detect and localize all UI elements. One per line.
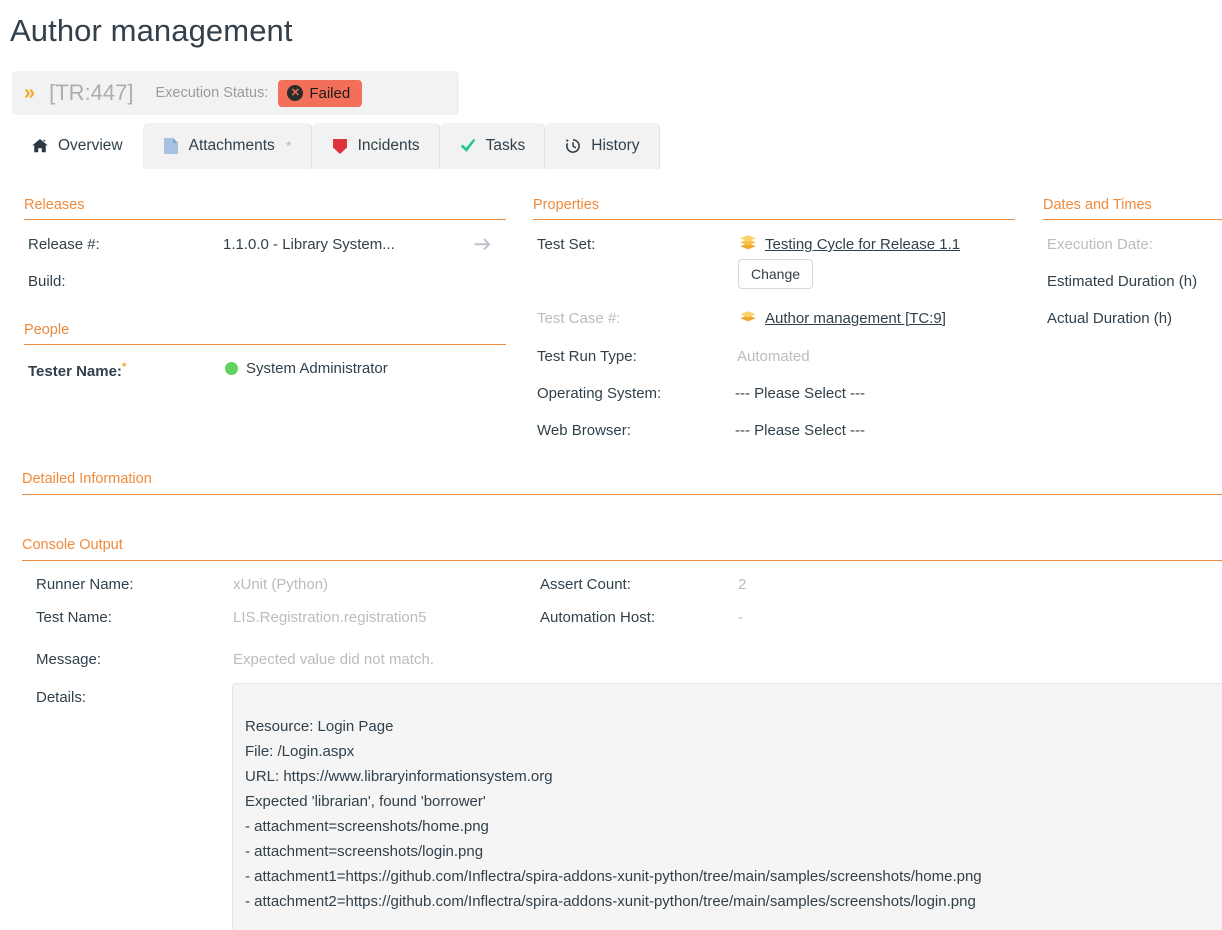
operating-system-value[interactable]: --- Please Select --- (735, 385, 865, 402)
change-test-set-button[interactable]: Change (738, 259, 813, 289)
test-set-value[interactable]: Testing Cycle for Release 1.1 (739, 234, 960, 255)
tab-bar: Overview Attachments * Incidents Tasks (12, 123, 660, 169)
automation-host-value: - (738, 609, 743, 626)
status-badge[interactable]: ✕ Failed (278, 80, 362, 107)
section-title-detailed-information: Detailed Information (22, 471, 152, 487)
message-label: Message: (36, 651, 101, 668)
tab-tasks[interactable]: Tasks (440, 123, 546, 169)
status-badge-label: Failed (309, 85, 350, 102)
message-value: Expected value did not match. (233, 651, 434, 668)
test-case-label: Test Case #: (537, 310, 620, 327)
shield-icon (331, 137, 349, 155)
web-browser-label: Web Browser: (537, 422, 631, 439)
artifact-id: [TR:447] (49, 80, 133, 106)
tab-history-label: History (591, 137, 639, 155)
tab-overview-label: Overview (58, 137, 123, 155)
section-rule-releases (24, 219, 506, 220)
tab-history[interactable]: History (545, 123, 659, 169)
tab-bar-underline (0, 169, 1222, 170)
estimated-duration-label: Estimated Duration (h) (1047, 273, 1197, 290)
details-output-box[interactable]: Resource: Login Page File: /Login.aspx U… (232, 683, 1222, 930)
actual-duration-label: Actual Duration (h) (1047, 310, 1172, 327)
tester-name-value[interactable]: System Administrator (225, 360, 388, 377)
section-title-people: People (24, 322, 69, 338)
test-run-detail-page: Author management » [TR:447] Execution S… (0, 0, 1222, 930)
artifact-status-bar: » [TR:447] Execution Status: ✕ Failed (12, 71, 459, 115)
document-icon (162, 137, 180, 155)
online-dot-icon (225, 362, 238, 375)
section-title-properties: Properties (533, 197, 599, 213)
runner-name-value: xUnit (Python) (233, 576, 328, 593)
automation-host-label: Automation Host: (540, 609, 655, 626)
test-set-cube-icon (739, 234, 757, 255)
test-case-cube-icon (739, 308, 757, 329)
attachments-modified-indicator: * (286, 138, 292, 155)
required-star-icon: * (122, 361, 126, 373)
build-label: Build: (28, 273, 66, 290)
page-title: Author management (10, 10, 293, 52)
test-name-value: LIS.Registration.registration5 (233, 609, 426, 626)
double-chevron-right-icon[interactable]: » (24, 83, 33, 103)
assert-count-value: 2 (738, 576, 746, 593)
test-name-label: Test Name: (36, 609, 112, 626)
section-rule-detailed-information (22, 494, 1222, 495)
tab-overview[interactable]: Overview (12, 123, 143, 169)
home-icon (31, 137, 49, 155)
section-rule-console-output (22, 560, 1222, 561)
tab-attachments-label: Attachments (189, 137, 275, 155)
test-run-type-label: Test Run Type: (537, 348, 637, 365)
section-title-releases: Releases (24, 197, 84, 213)
tab-attachments[interactable]: Attachments * (143, 123, 312, 169)
check-icon (459, 137, 477, 155)
execution-status-label: Execution Status: (156, 85, 269, 101)
web-browser-value[interactable]: --- Please Select --- (735, 422, 865, 439)
section-rule-dates-and-times (1043, 219, 1222, 220)
test-set-label: Test Set: (537, 236, 595, 253)
release-number-value[interactable]: 1.1.0.0 - Library System... (223, 236, 395, 253)
runner-name-label: Runner Name: (36, 576, 134, 593)
section-title-dates-and-times: Dates and Times (1043, 197, 1152, 213)
tab-tasks-label: Tasks (486, 137, 526, 155)
test-case-link[interactable]: Author management [TC:9] (765, 310, 946, 327)
test-run-type-value: Automated (737, 348, 810, 365)
tab-incidents-label: Incidents (358, 137, 420, 155)
section-rule-people (24, 344, 506, 345)
release-number-label: Release #: (28, 236, 100, 253)
execution-date-label: Execution Date: (1047, 236, 1153, 253)
assert-count-label: Assert Count: (540, 576, 631, 593)
details-label: Details: (36, 689, 86, 706)
tab-incidents[interactable]: Incidents (312, 123, 440, 169)
test-set-link[interactable]: Testing Cycle for Release 1.1 (765, 236, 960, 253)
test-case-value[interactable]: Author management [TC:9] (739, 308, 946, 329)
tester-name-label: Tester Name:* (28, 361, 126, 380)
tester-name-label-text: Tester Name: (28, 363, 122, 380)
error-circle-icon: ✕ (287, 85, 303, 101)
section-title-console-output: Console Output (22, 537, 123, 553)
arrow-right-icon[interactable] (472, 236, 494, 259)
clock-history-icon (564, 137, 582, 155)
section-rule-properties (533, 219, 1015, 220)
tester-name-text: System Administrator (246, 360, 388, 377)
operating-system-label: Operating System: (537, 385, 661, 402)
